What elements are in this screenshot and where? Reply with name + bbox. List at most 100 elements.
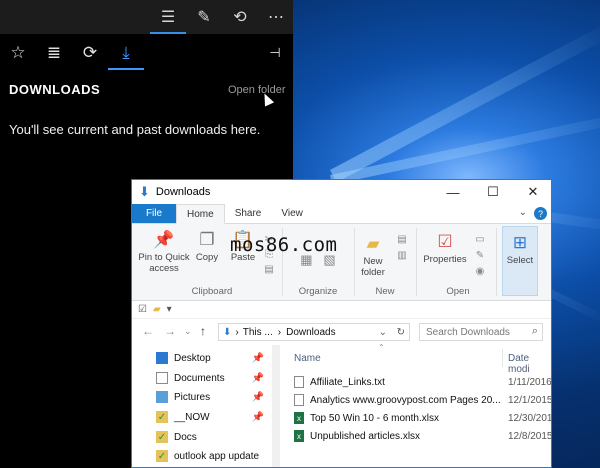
hub-title: DOWNLOADS [9, 82, 101, 97]
close-button[interactable]: ✕ [513, 180, 551, 204]
nav-item-desktop[interactable]: Desktop 📌 [156, 349, 268, 367]
new-folder-button[interactable]: ▰ New folder [354, 234, 392, 278]
web-note-icon[interactable]: ✎ [184, 0, 224, 34]
address-path[interactable]: ⬇ › This ... › Downloads ⌄ ↻ [218, 323, 410, 341]
minimize-button[interactable]: — [433, 180, 473, 204]
file-explorer-window: ⬇ Downloads — ☐ ✕ File Home Share View ⌄… [131, 179, 552, 468]
maximize-button[interactable]: ☐ [473, 180, 513, 204]
nav-item-label: Documents [174, 372, 225, 384]
folder-synced-icon: ✓ [156, 450, 168, 462]
new-folder-icon: ▰ [366, 234, 380, 253]
downloads-arrow-icon: ⬇ [139, 184, 150, 199]
window-title: Downloads [155, 186, 211, 198]
up-icon[interactable]: ↑ [200, 324, 206, 338]
file-row[interactable]: x Top 50 Win 10 - 6 month.xlsx 12/30/201… [294, 409, 552, 427]
wallpaper-light-beam [330, 19, 600, 183]
watermark-text: mos86.com [230, 234, 338, 256]
select-button[interactable]: ⊞ Select [502, 226, 538, 296]
favorites-icon[interactable]: ☆ [2, 38, 34, 68]
file-row[interactable]: Affiliate_Links.txt 1/11/2016 [294, 373, 552, 391]
text-file-icon [294, 376, 304, 388]
file-name: Unpublished articles.xlsx [310, 430, 421, 442]
edge-toolbar: ☰ ✎ ⟲ ⋯ [0, 0, 293, 34]
pin-quick-access-button[interactable]: 📌 Pin to Quick access [136, 230, 192, 274]
nav-item-label: Desktop [174, 352, 211, 364]
column-header-date[interactable]: Date modi [508, 353, 551, 375]
file-row[interactable]: Analytics www.groovypost.com Pages 20...… [294, 391, 551, 409]
hub-tabs: ☆ ≣ ⟳ ⤓ ⊣ [0, 34, 293, 72]
search-placeholder: Search Downloads [426, 326, 510, 338]
path-downloads-icon: ⬇ [223, 326, 232, 338]
tab-home[interactable]: Home [176, 204, 225, 224]
file-row[interactable]: x Unpublished articles.xlsx 12/8/2015 [294, 427, 552, 445]
qat-properties-icon[interactable]: ☑ [138, 304, 147, 315]
nav-item-label: outlook app update [174, 450, 260, 462]
pin-pane-icon[interactable]: ⊣ [259, 38, 291, 68]
hub-icon[interactable]: ☰ [148, 0, 188, 34]
copy-icon: ❐ [199, 230, 215, 249]
select-grid-icon: ⊞ [512, 233, 528, 252]
column-header-name[interactable]: Name [294, 353, 321, 364]
address-bar-row: ← → ⌄ ↑ ⬇ › This ... › Downloads ⌄ ↻ Sea… [132, 319, 551, 345]
nav-item-pictures[interactable]: Pictures 📌 [156, 388, 268, 406]
share-icon[interactable]: ⟲ [220, 0, 260, 34]
file-name: Analytics www.groovypost.com Pages 20... [310, 394, 501, 406]
path-segment-this-pc[interactable]: This ... [243, 327, 273, 338]
properties-button[interactable]: ☑ Properties [420, 232, 470, 265]
navigation-scrollbar[interactable] [272, 345, 280, 467]
column-divider[interactable] [502, 349, 503, 367]
nav-item-label: __NOW [174, 411, 210, 423]
excel-file-icon: x [294, 430, 304, 442]
open-folder-link[interactable]: Open folder [228, 84, 285, 96]
reading-list-icon[interactable]: ≣ [38, 38, 70, 68]
pin-quick-access-label: Pin to Quick access [138, 252, 190, 274]
forward-icon[interactable]: → [164, 324, 176, 338]
expand-ribbon-icon[interactable]: ⌄ [519, 207, 527, 218]
help-icon[interactable]: ? [534, 207, 547, 220]
more-icon[interactable]: ⋯ [256, 0, 296, 34]
copy-button[interactable]: ❐ Copy [192, 230, 222, 263]
path-dropdown-icon[interactable]: ⌄ [379, 327, 387, 338]
tab-share[interactable]: Share [225, 204, 272, 223]
content-area: Desktop 📌 Documents 📌 Pictures 📌 ✓ __NOW… [132, 343, 552, 467]
ribbon-home: 📌 Pin to Quick access ❐ Copy 📋 Paste ✂ ⎘ ▤… [132, 224, 551, 301]
file-date: 12/30/2015 [508, 412, 552, 424]
sort-chevron-icon: ⌃ [378, 343, 385, 352]
organize-group-label: Organize [298, 286, 338, 297]
nav-item-documents[interactable]: Documents 📌 [156, 369, 268, 387]
documents-icon [156, 372, 168, 384]
copy-label: Copy [195, 252, 219, 263]
open-small-buttons[interactable]: ▭ ✎ ◉ [472, 232, 488, 280]
folder-synced-icon: ✓ [156, 411, 168, 423]
properties-check-icon: ☑ [437, 232, 453, 251]
file-name: Affiliate_Links.txt [310, 376, 385, 388]
ribbon-tabs: File Home Share View ⌄ ? [132, 204, 551, 224]
qat-folder-icon[interactable]: ▰ [153, 304, 161, 315]
new-group-label: New [375, 286, 395, 297]
clipboard-group-label: Clipboard [191, 286, 233, 297]
downloads-icon[interactable]: ⤓ [108, 38, 144, 70]
title-bar[interactable]: ⬇ Downloads — ☐ ✕ [132, 180, 551, 204]
nav-item-now[interactable]: ✓ __NOW 📌 [156, 408, 268, 426]
file-date: 12/8/2015 [508, 430, 552, 442]
back-icon[interactable]: ← [142, 324, 154, 338]
refresh-icon[interactable]: ↻ [397, 327, 405, 338]
path-segment-downloads[interactable]: Downloads [286, 327, 335, 338]
search-input[interactable]: Search Downloads ⌕ [419, 323, 543, 341]
recent-locations-icon[interactable]: ⌄ [184, 326, 192, 337]
nav-item-outlook-app-update[interactable]: ✓ outlook app update [156, 447, 268, 465]
open-group-label: Open [446, 286, 470, 297]
file-date: 1/11/2016 [508, 376, 552, 388]
history-icon[interactable]: ⟳ [74, 38, 106, 68]
new-item-buttons[interactable]: ▤ ▥ [394, 232, 410, 264]
qat-dropdown-icon[interactable]: ▾ [167, 304, 172, 315]
select-label: Select [506, 255, 534, 266]
nav-item-label: Pictures [174, 391, 211, 403]
pictures-icon [156, 391, 168, 403]
tab-view[interactable]: View [271, 204, 313, 223]
tab-file[interactable]: File [132, 204, 176, 223]
pinned-icon: 📌 [251, 372, 264, 384]
pin-icon: 📌 [153, 230, 175, 249]
pinned-icon: 📌 [251, 411, 264, 423]
nav-item-docs[interactable]: ✓ Docs [156, 428, 268, 446]
